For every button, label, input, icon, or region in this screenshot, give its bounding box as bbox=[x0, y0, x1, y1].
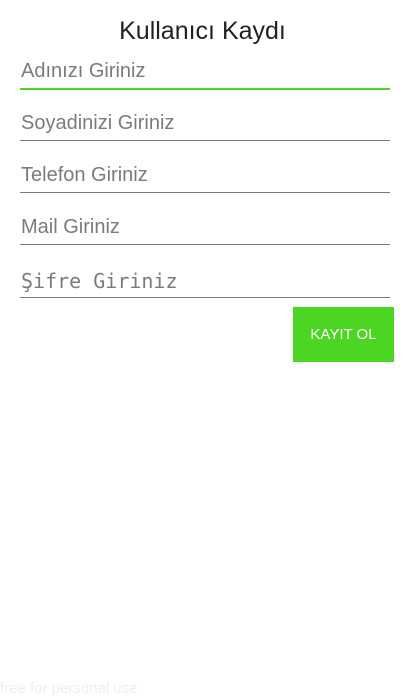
watermark-text: free for personal use bbox=[0, 680, 138, 697]
password-placeholder: Şifre Giriniz bbox=[21, 269, 178, 293]
last-name-field[interactable]: Soyadinizi Giriniz bbox=[20, 107, 390, 141]
register-button[interactable]: KAYIT OL bbox=[293, 307, 394, 362]
phone-field[interactable]: Telefon Giriniz bbox=[20, 159, 390, 193]
last-name-placeholder: Soyadinizi Giriniz bbox=[21, 112, 175, 134]
email-field[interactable]: Mail Giriniz bbox=[20, 211, 390, 245]
page-title: Kullanıcı Kaydı bbox=[119, 17, 286, 45]
email-placeholder: Mail Giriniz bbox=[21, 216, 120, 238]
phone-placeholder: Telefon Giriniz bbox=[21, 164, 148, 186]
first-name-placeholder: Adınızı Giriniz bbox=[21, 60, 146, 82]
password-field[interactable]: Şifre Giriniz bbox=[20, 264, 390, 298]
first-name-field[interactable]: Adınızı Giriniz bbox=[20, 56, 390, 90]
